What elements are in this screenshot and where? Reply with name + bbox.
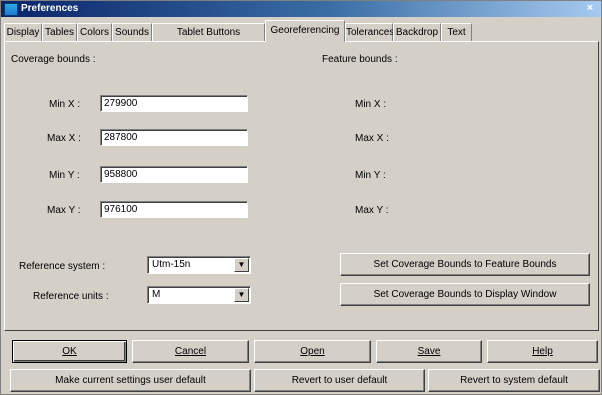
reference-units-select[interactable]: M ▼ [147, 286, 251, 304]
tab-tablet-buttons[interactable]: Tablet Buttons [152, 23, 265, 41]
feature-min-x-label: Min X : [355, 99, 387, 110]
georeferencing-panel: Coverage bounds : Feature bounds : Min X… [4, 41, 599, 331]
feature-max-y-label: Max Y : [355, 205, 389, 216]
tab-colors[interactable]: Colors [77, 23, 112, 41]
close-icon[interactable]: × [583, 2, 597, 15]
feature-min-y-label: Min Y : [355, 170, 386, 181]
tab-tables[interactable]: Tables [42, 23, 77, 41]
make-user-default-button[interactable]: Make current settings user default [10, 369, 251, 392]
coverage-bounds-heading: Coverage bounds : [11, 54, 96, 65]
feature-max-x-label: Max X : [355, 133, 389, 144]
save-button[interactable]: Save [376, 340, 482, 363]
chevron-down-icon[interactable]: ▼ [234, 258, 249, 272]
tab-tolerances[interactable]: Tolerances [345, 23, 394, 41]
tab-backdrop[interactable]: Backdrop [393, 23, 441, 41]
revert-system-default-button[interactable]: Revert to system default [428, 369, 600, 392]
help-button[interactable]: Help [487, 340, 598, 363]
save-label: Save [417, 346, 441, 357]
tab-georeferencing[interactable]: Georeferencing [265, 20, 345, 42]
revert-system-default-label: Revert to system default [460, 375, 568, 386]
make-user-default-label: Make current settings user default [55, 375, 206, 386]
min-y-label: Min Y : [49, 170, 80, 181]
open-label: Open [300, 346, 325, 357]
set-to-feature-bounds-button[interactable]: Set Coverage Bounds to Feature Bounds [340, 253, 590, 276]
tab-display[interactable]: Display [4, 23, 42, 41]
ok-label: OK [62, 346, 77, 357]
reference-system-select[interactable]: Utm-15n ▼ [147, 256, 251, 274]
revert-user-default-button[interactable]: Revert to user default [254, 369, 425, 392]
max-x-label: Max X : [47, 133, 81, 144]
window-title: Preferences [21, 3, 79, 14]
max-y-field[interactable]: 976100 [100, 201, 248, 218]
chevron-down-icon[interactable]: ▼ [234, 288, 249, 302]
open-button[interactable]: Open [254, 340, 371, 363]
min-y-field[interactable]: 958800 [100, 166, 248, 183]
help-label: Help [532, 346, 553, 357]
cancel-label: Cancel [174, 346, 207, 357]
cancel-button[interactable]: Cancel [132, 340, 249, 363]
reference-units-label: Reference units : [33, 291, 109, 302]
revert-user-default-label: Revert to user default [291, 375, 388, 386]
reference-system-value: Utm-15n [152, 259, 191, 270]
tab-strip: Display Tables Colors Sounds Tablet Butt… [4, 20, 600, 42]
min-x-field[interactable]: 279900 [100, 95, 248, 112]
app-icon [4, 3, 18, 16]
tab-sounds[interactable]: Sounds [112, 23, 152, 41]
max-x-field[interactable]: 287800 [100, 129, 248, 146]
max-y-label: Max Y : [47, 205, 81, 216]
reference-system-label: Reference system : [19, 261, 106, 272]
tab-text[interactable]: Text [441, 23, 472, 41]
reference-units-value: M [152, 289, 161, 300]
title-bar: Preferences × [1, 1, 601, 17]
preferences-window: Preferences × Display Tables Colors Soun… [0, 0, 602, 395]
min-x-label: Min X : [49, 99, 81, 110]
feature-bounds-heading: Feature bounds : [322, 54, 398, 65]
set-to-display-window-button[interactable]: Set Coverage Bounds to Display Window [340, 283, 590, 306]
ok-button[interactable]: OK [12, 340, 127, 363]
